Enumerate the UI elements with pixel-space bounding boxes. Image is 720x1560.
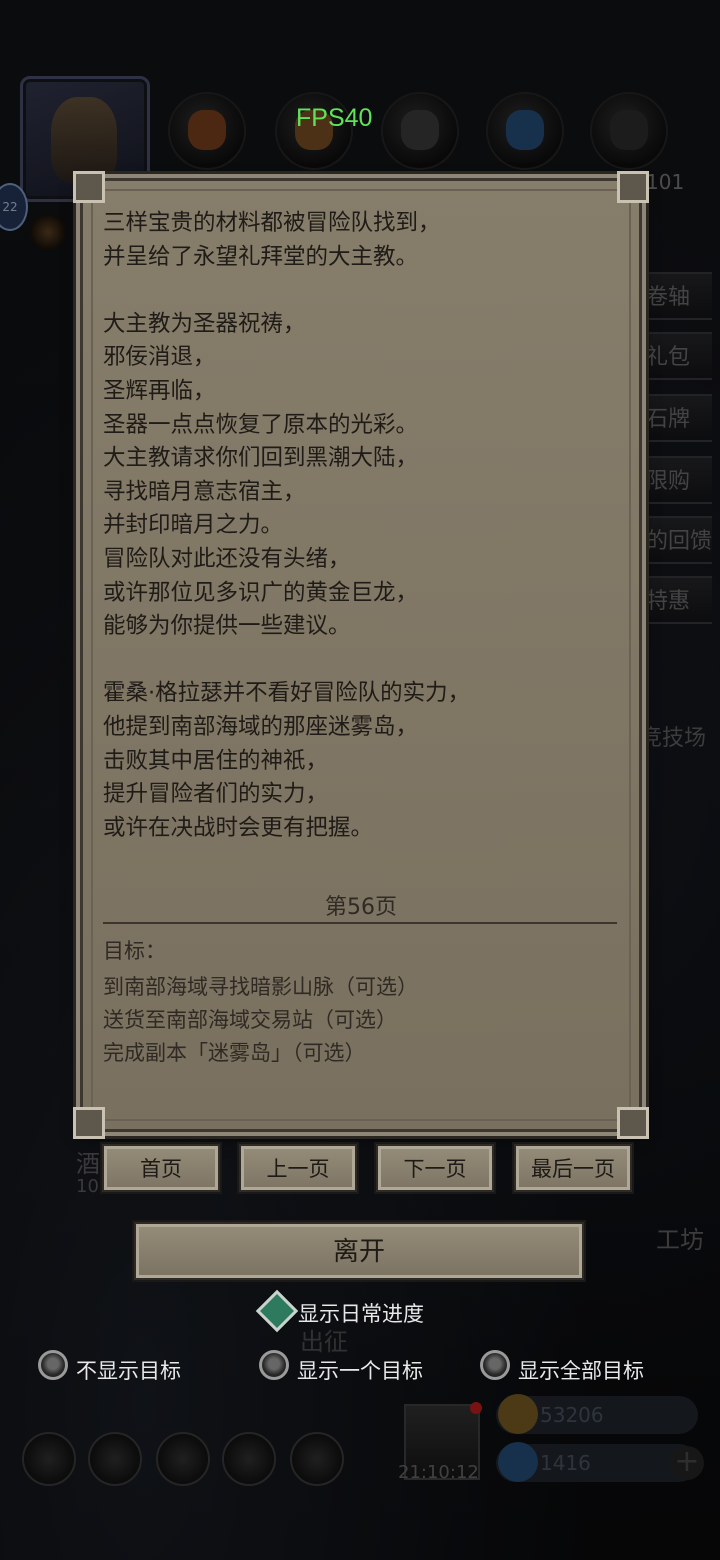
first-page-button[interactable]: 首页 [102, 1144, 220, 1192]
page-number: 第56页 [325, 895, 397, 920]
goal-item: 到南部海域寻找暗影山脉（可选） [103, 975, 418, 999]
panel-corner-ornament [617, 171, 649, 203]
last-page-button[interactable]: 最后一页 [514, 1144, 632, 1192]
goals-title: 目标： [103, 939, 166, 963]
prev-page-button[interactable]: 上一页 [239, 1144, 357, 1192]
story-text: 三样宝贵的材料都被冒险队找到， 并呈给了永望礼拜堂的大主教。 大主教为圣器祝祷，… [103, 210, 471, 841]
show-daily-progress-label[interactable]: 显示日常进度 [298, 1298, 424, 1328]
panel-corner-ornament [73, 171, 105, 203]
show-all-goals-label[interactable]: 显示全部目标 [518, 1355, 644, 1385]
hide-goals-label[interactable]: 不显示目标 [76, 1355, 181, 1385]
story-panel: 三样宝贵的材料都被冒险队找到， 并呈给了永望礼拜堂的大主教。 大主教为圣器祝祷，… [73, 171, 649, 1139]
show-one-goal-label[interactable]: 显示一个目标 [297, 1355, 423, 1385]
hide-goals-radio[interactable] [38, 1350, 68, 1380]
panel-corner-ornament [73, 1107, 105, 1139]
goal-item: 送货至南部海域交易站（可选） [103, 1008, 397, 1032]
leave-button[interactable]: 离开 [134, 1222, 584, 1280]
goal-item: 完成副本「迷雾岛」（可选） [103, 1041, 366, 1065]
show-one-goal-radio[interactable] [259, 1350, 289, 1380]
next-page-button[interactable]: 下一页 [376, 1144, 494, 1192]
panel-corner-ornament [617, 1107, 649, 1139]
show-all-goals-radio[interactable] [480, 1350, 510, 1380]
divider [103, 922, 617, 924]
fps-counter: FPS40 [296, 104, 373, 132]
